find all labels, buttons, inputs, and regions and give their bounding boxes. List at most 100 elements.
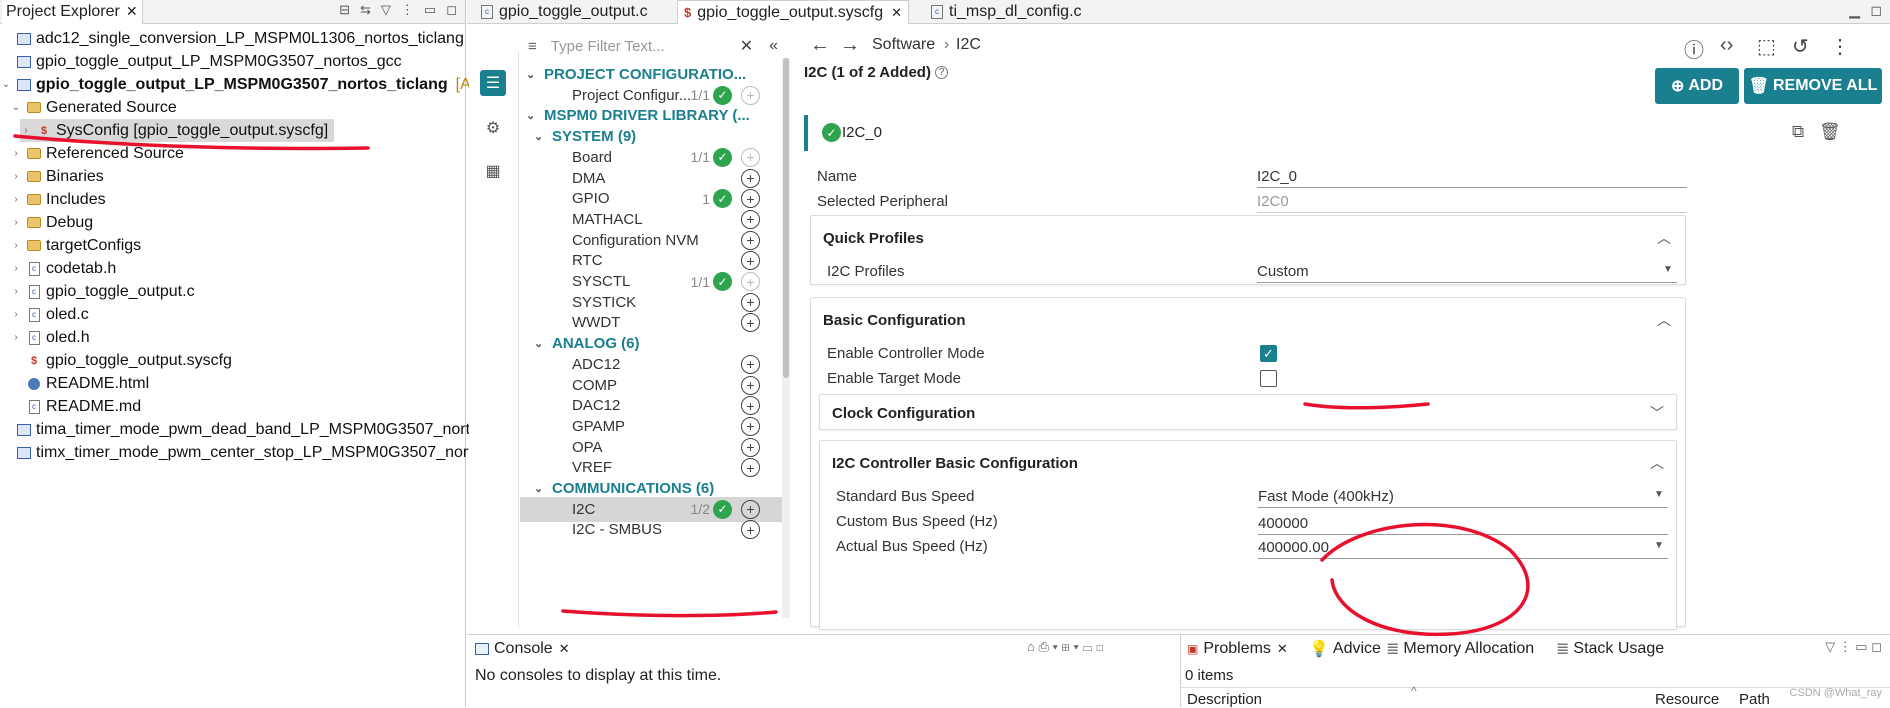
collapse-panel-icon[interactable]: «	[769, 37, 778, 55]
link-editor-icon[interactable]: ⇆	[360, 2, 371, 18]
software-view-icon[interactable]: ☰	[480, 70, 506, 96]
chevron-down-icon[interactable]: ⌄	[534, 482, 543, 495]
minimize-icon[interactable]: ▭	[424, 2, 436, 18]
minimize-icon[interactable]: ▁	[1849, 2, 1860, 19]
controller-basic-configuration-title[interactable]: I2C Controller Basic Configuration	[832, 455, 1078, 472]
close-icon[interactable]: ✕	[559, 641, 570, 657]
module-row-22[interactable]: I2C - SMBUS +	[520, 517, 782, 542]
add-circle-icon[interactable]: +	[741, 354, 760, 374]
console-toolbar-icons[interactable]: ⌂ ⎙ ▾ ⊞ ▾ ▭ ◻	[1027, 639, 1103, 655]
expand-arrow-icon[interactable]: ›	[10, 217, 22, 228]
help-icon[interactable]: ?	[935, 66, 948, 79]
col-description[interactable]: Description	[1187, 691, 1262, 708]
tab-advice[interactable]: 💡 Advice	[1309, 637, 1381, 661]
add-circle-icon[interactable]: +	[741, 251, 760, 271]
info-icon[interactable]: ⓘ	[1684, 34, 1704, 63]
tree-item-5[interactable]: › Referenced Source	[10, 142, 184, 165]
code-view-icon[interactable]: ‹›	[1720, 34, 1733, 57]
collapse-all-icon[interactable]: ⊟	[339, 2, 350, 18]
add-button[interactable]: ⊕ ADD	[1655, 68, 1739, 104]
tree-item-16[interactable]: c README.md	[10, 395, 141, 418]
standard-bus-speed-select[interactable]: Fast Mode (400kHz)	[1258, 488, 1668, 508]
add-circle-icon[interactable]: +	[741, 458, 760, 478]
tab-ti-msp-dl-config-c[interactable]: c ti_msp_dl_config.c	[925, 0, 1088, 24]
expand-arrow-icon[interactable]: ⌄	[0, 79, 12, 90]
chevron-down-icon[interactable]: ⌄	[534, 337, 543, 350]
expand-arrow-icon[interactable]: ›	[10, 240, 22, 251]
expand-arrow-icon[interactable]: ›	[10, 194, 22, 205]
expand-arrow-icon[interactable]: ›	[10, 286, 22, 297]
close-icon[interactable]: ✕	[1277, 641, 1288, 657]
hardware-view-icon[interactable]: ⚙	[480, 115, 506, 141]
tree-item-13[interactable]: › c oled.h	[10, 326, 89, 349]
dropdown-arrow-icon[interactable]: ▼	[1654, 540, 1664, 551]
expand-arrow-icon[interactable]: ›	[10, 148, 22, 159]
clear-filter-icon[interactable]: ✕	[740, 36, 753, 56]
tree-item-17[interactable]: tima_timer_mode_pwm_dead_band_LP_MSPM0G3…	[0, 418, 487, 441]
add-circle-icon[interactable]: +	[741, 375, 760, 395]
tree-item-15[interactable]: README.html	[10, 372, 149, 395]
tree-item-3[interactable]: ⌄ Generated Source	[10, 96, 177, 119]
name-field[interactable]: I2C_0	[1257, 168, 1687, 188]
close-icon[interactable]: ✕	[126, 3, 138, 20]
expand-arrow-icon[interactable]: ›	[10, 309, 22, 320]
expand-arrow-icon[interactable]: ›	[10, 263, 22, 274]
clock-configuration-card[interactable]: Clock Configuration ﹀	[819, 394, 1677, 430]
expand-arrow-icon[interactable]: ›	[20, 125, 32, 136]
quick-profiles-title[interactable]: Quick Profiles	[823, 230, 924, 247]
delete-instance-icon[interactable]: 🗑	[1819, 122, 1841, 142]
project-explorer-tab[interactable]: Project Explorer ✕	[2, 0, 143, 24]
tab-console[interactable]: Console ✕	[475, 637, 570, 661]
maximize-icon[interactable]: ◻	[446, 2, 457, 18]
add-circle-icon[interactable]: +	[741, 209, 760, 229]
close-icon[interactable]: ✕	[891, 5, 902, 21]
maximize-icon[interactable]: ◻	[1870, 2, 1882, 19]
tree-item-4[interactable]: › $ SysConfig [gpio_toggle_output.syscfg]	[20, 119, 335, 142]
col-path[interactable]: Path	[1739, 691, 1770, 708]
tree-item-1[interactable]: gpio_toggle_output_LP_MSPM0G3507_nortos_…	[0, 50, 402, 73]
chevron-up-icon[interactable]: ︿	[1657, 228, 1671, 248]
chevron-down-icon[interactable]: ⌄	[526, 109, 535, 122]
enable-controller-mode-checkbox[interactable]: ✓	[1260, 345, 1277, 362]
filter-icon[interactable]: ▽	[381, 2, 391, 18]
chevron-up-icon[interactable]: ︿	[1657, 310, 1671, 330]
chevron-up-icon[interactable]: ︿	[1650, 453, 1664, 473]
tree-item-18[interactable]: timx_timer_mode_pwm_center_stop_LP_MSPM0…	[0, 441, 482, 464]
expand-arrow-icon[interactable]: ›	[10, 332, 22, 343]
more-options-icon[interactable]: ⋮	[1830, 34, 1850, 59]
add-circle-icon[interactable]: +	[741, 520, 760, 540]
chevron-down-icon[interactable]: ﹀	[1650, 403, 1664, 423]
add-circle-icon[interactable]: +	[741, 437, 760, 457]
tree-item-11[interactable]: › c gpio_toggle_output.c	[10, 280, 194, 303]
tree-item-0[interactable]: adc12_single_conversion_LP_MSPM0L1306_no…	[0, 27, 464, 50]
expand-arrow-icon[interactable]: ⌄	[10, 102, 22, 113]
chevron-down-icon[interactable]: ⌄	[534, 130, 543, 143]
chip-icon[interactable]: ⬚	[1757, 34, 1776, 59]
tree-item-7[interactable]: › Includes	[10, 188, 105, 211]
add-circle-icon[interactable]: +	[741, 168, 760, 188]
tab-stack-usage[interactable]: ≣ Stack Usage	[1556, 637, 1664, 661]
add-circle-icon[interactable]: +	[741, 230, 760, 250]
remove-all-button[interactable]: 🗑 REMOVE ALL	[1744, 68, 1882, 104]
tree-item-6[interactable]: › Binaries	[10, 165, 103, 188]
tree-item-8[interactable]: › Debug	[10, 211, 93, 234]
forward-arrow-icon[interactable]: →	[840, 34, 860, 57]
add-circle-icon[interactable]: +	[741, 499, 760, 519]
copy-icon[interactable]: ⧉	[1792, 122, 1804, 142]
problems-toolbar-icons[interactable]: ▽ ⋮ ▭ ◻	[1825, 639, 1882, 655]
add-circle-icon[interactable]: +	[741, 416, 760, 436]
module-tree-scrollbar[interactable]	[782, 58, 790, 618]
tree-item-12[interactable]: › c oled.c	[10, 303, 88, 326]
basic-configuration-title[interactable]: Basic Configuration	[823, 312, 966, 329]
tab-problems[interactable]: ▣ Problems ✕	[1187, 637, 1288, 661]
dropdown-arrow-icon[interactable]: ▼	[1654, 489, 1664, 500]
scrollbar-thumb[interactable]	[783, 58, 789, 378]
i2c-profiles-select[interactable]: Custom	[1257, 263, 1677, 283]
add-circle-icon[interactable]: +	[741, 313, 760, 333]
tree-item-9[interactable]: › targetConfigs	[10, 234, 141, 257]
add-circle-icon[interactable]: +	[741, 189, 760, 209]
enable-target-mode-checkbox[interactable]	[1260, 370, 1277, 387]
tab-gpio-toggle-output-c[interactable]: c gpio_toggle_output.c	[475, 0, 654, 24]
tab-gpio-toggle-output-syscfg[interactable]: $ gpio_toggle_output.syscfg ✕	[677, 0, 910, 24]
tree-item-14[interactable]: $ gpio_toggle_output.syscfg	[10, 349, 232, 372]
